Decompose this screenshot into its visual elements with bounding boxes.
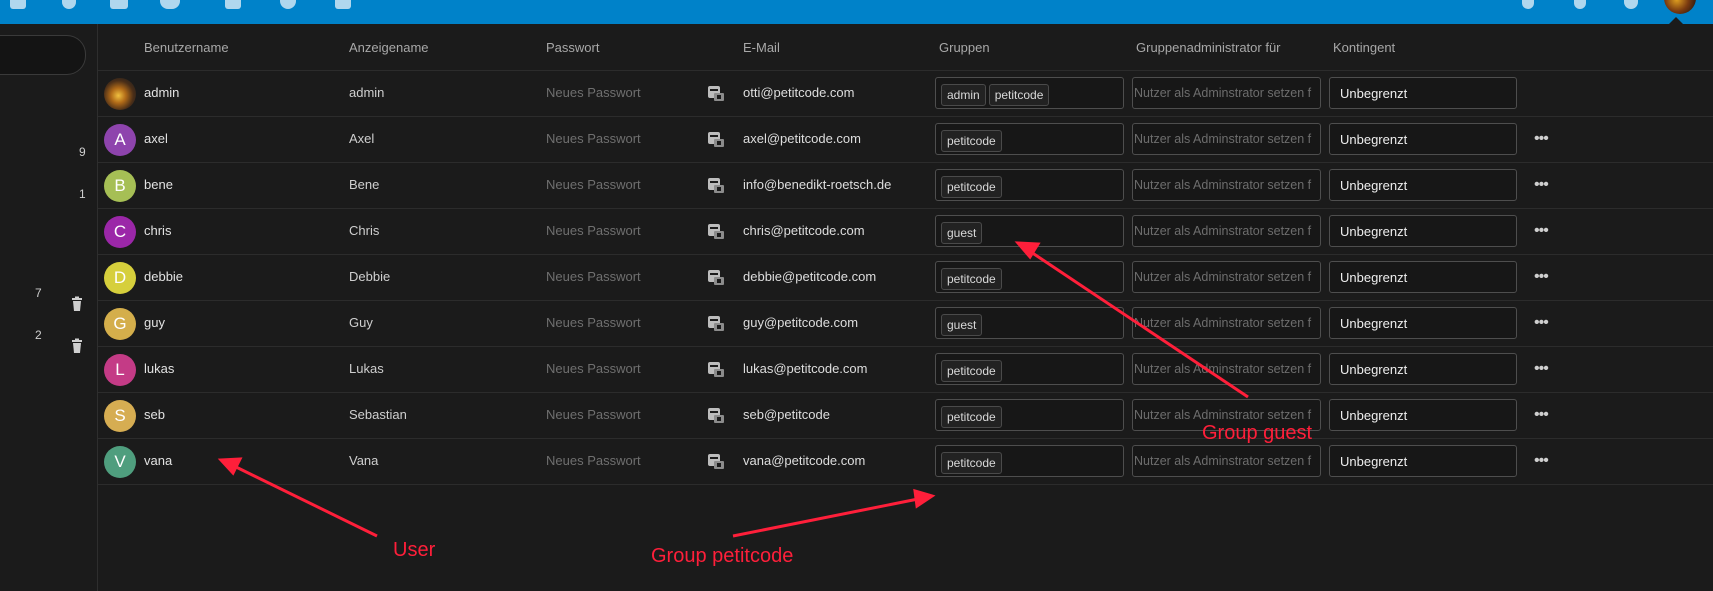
- annotation-user: User: [393, 539, 436, 561]
- arrow-user: [233, 464, 378, 538]
- annotation-group-petitcode: Group petitcode: [651, 545, 794, 567]
- arrow-group-guest: [1030, 250, 1249, 399]
- arrow-group-petitcode: [732, 497, 919, 538]
- arrow-head: [913, 488, 936, 509]
- annotation-arrows: [217, 241, 1249, 538]
- annotation-group-guest: Group guest: [1202, 422, 1313, 444]
- arrow-head: [217, 457, 243, 476]
